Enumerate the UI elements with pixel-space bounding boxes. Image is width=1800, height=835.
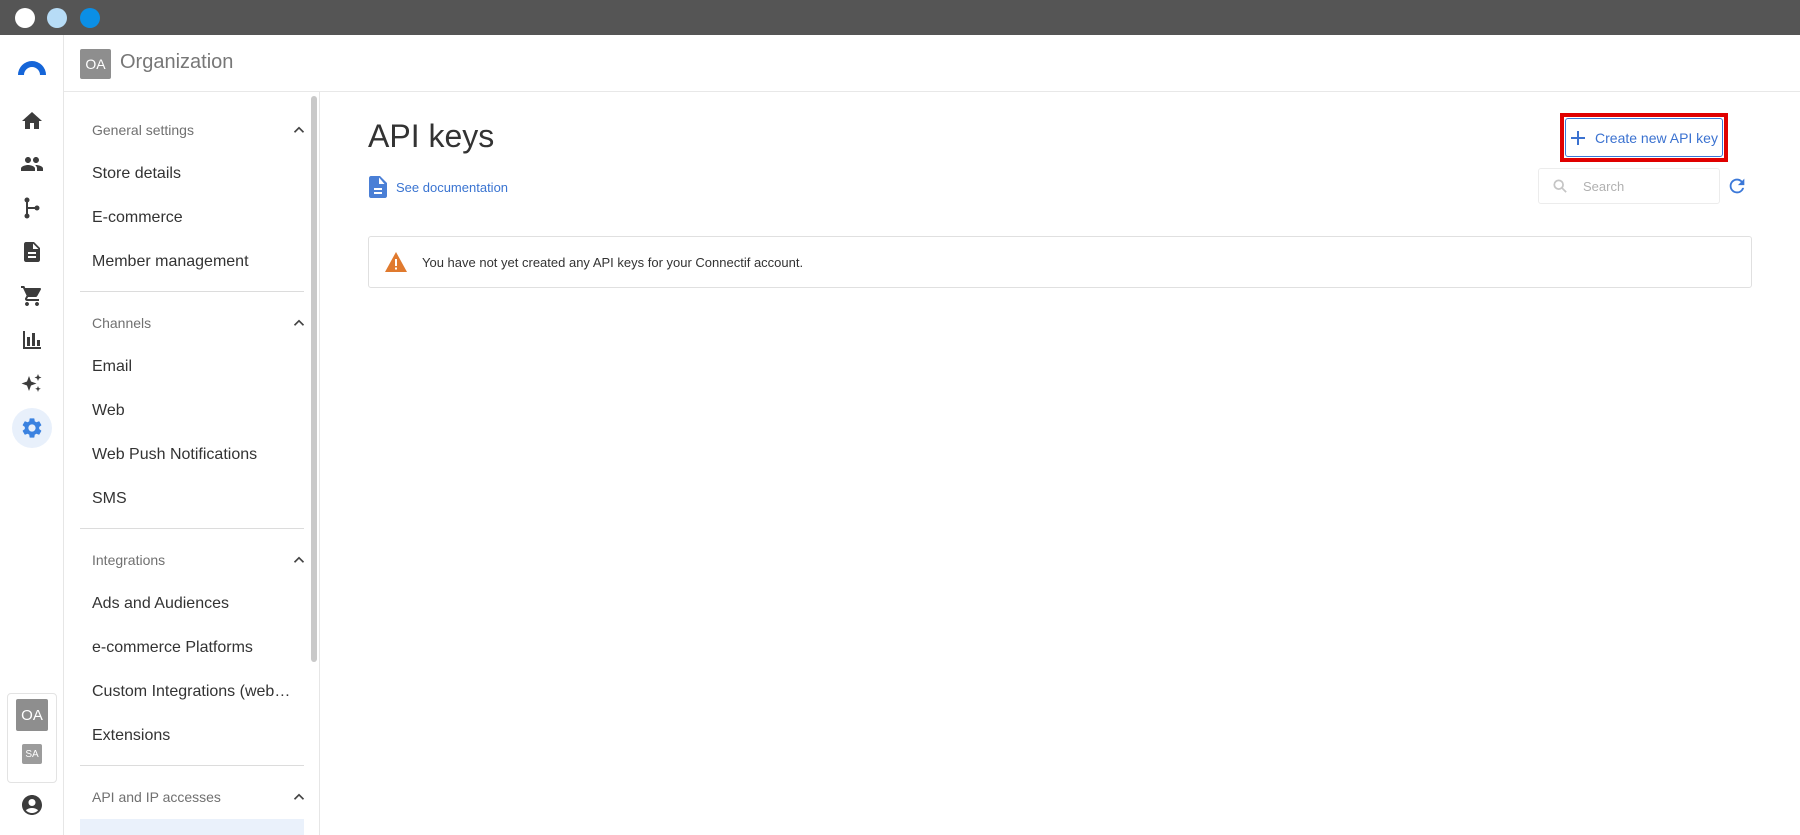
connectif-logo-icon[interactable] <box>16 53 48 77</box>
refresh-icon[interactable] <box>1726 175 1748 197</box>
empty-state-alert: You have not yet created any API keys fo… <box>368 236 1752 288</box>
sidebar-item-web-push[interactable]: Web Push Notifications <box>92 446 257 464</box>
search-icon <box>1553 179 1567 193</box>
plus-icon <box>1571 130 1586 145</box>
bar-chart-icon[interactable] <box>12 320 52 360</box>
account-avatar-secondary[interactable]: SA <box>22 744 42 764</box>
document-icon <box>369 176 387 198</box>
sidebar-item-store-details[interactable]: Store details <box>92 165 181 183</box>
sidebar-item-email[interactable]: Email <box>92 358 132 376</box>
section-general-settings[interactable]: General settings <box>92 118 308 142</box>
user-account-icon[interactable] <box>20 793 44 817</box>
chevron-up-icon <box>293 126 305 133</box>
window-close-button[interactable] <box>15 8 35 28</box>
chevron-up-icon <box>293 556 305 563</box>
create-api-key-button[interactable]: Create new API key <box>1565 118 1723 157</box>
branch-icon[interactable] <box>12 188 52 228</box>
sidebar-item-ecommerce[interactable]: E-commerce <box>92 209 183 227</box>
section-title: Integrations <box>92 552 166 568</box>
see-documentation-link[interactable]: See documentation <box>368 176 508 198</box>
section-integrations[interactable]: Integrations <box>92 548 308 572</box>
doc-link-label: See documentation <box>396 179 509 195</box>
window-maximize-button[interactable] <box>80 8 100 28</box>
window-minimize-button[interactable] <box>47 8 67 28</box>
section-title: API and IP accesses <box>92 789 221 805</box>
cart-icon[interactable] <box>12 276 52 316</box>
org-name[interactable]: Organization <box>120 51 233 74</box>
divider <box>80 291 304 292</box>
divider <box>80 765 304 766</box>
sidebar-item-custom-integrations[interactable]: Custom Integrations (webhooks) <box>92 683 292 701</box>
section-channels[interactable]: Channels <box>92 311 308 335</box>
warning-icon <box>385 252 407 272</box>
sidebar-item-extensions[interactable]: Extensions <box>92 727 170 745</box>
sidebar-scrollbar[interactable] <box>311 96 317 662</box>
sparkles-icon[interactable] <box>12 364 52 404</box>
section-api-ip-accesses[interactable]: API and IP accesses <box>92 785 308 809</box>
gear-icon[interactable] <box>12 408 52 448</box>
account-avatar-primary[interactable]: OA <box>16 699 48 731</box>
alert-message: You have not yet created any API keys fo… <box>422 254 804 270</box>
search-box <box>1538 168 1720 204</box>
window-titlebar <box>0 0 1800 35</box>
people-icon[interactable] <box>12 144 52 184</box>
home-icon[interactable] <box>12 101 52 141</box>
create-button-label: Create new API key <box>1595 129 1718 146</box>
main-content: API keys See documentation Create new AP… <box>320 92 1800 835</box>
sidebar-item-ads-audiences[interactable]: Ads and Audiences <box>92 595 229 613</box>
sidebar-item-api-keys-active[interactable] <box>80 819 304 835</box>
sidebar-item-sms[interactable]: SMS <box>92 490 127 508</box>
section-title: Channels <box>92 315 152 331</box>
document-icon[interactable] <box>12 232 52 272</box>
section-title: General settings <box>92 122 194 138</box>
sidebar-item-member-management[interactable]: Member management <box>92 253 249 271</box>
divider <box>80 528 304 529</box>
chevron-up-icon <box>293 793 305 800</box>
nav-rail: OA SA <box>0 35 64 835</box>
org-badge[interactable]: OA <box>80 49 111 79</box>
sidebar-item-web[interactable]: Web <box>92 402 125 420</box>
settings-sidebar: General settings Store details E-commerc… <box>64 92 320 835</box>
top-bar: OA Organization <box>64 35 1800 92</box>
chevron-up-icon <box>293 319 305 326</box>
sidebar-item-ecommerce-platforms[interactable]: e-commerce Platforms <box>92 639 253 657</box>
search-input[interactable] <box>1583 178 1713 194</box>
page-title: API keys <box>368 118 495 154</box>
